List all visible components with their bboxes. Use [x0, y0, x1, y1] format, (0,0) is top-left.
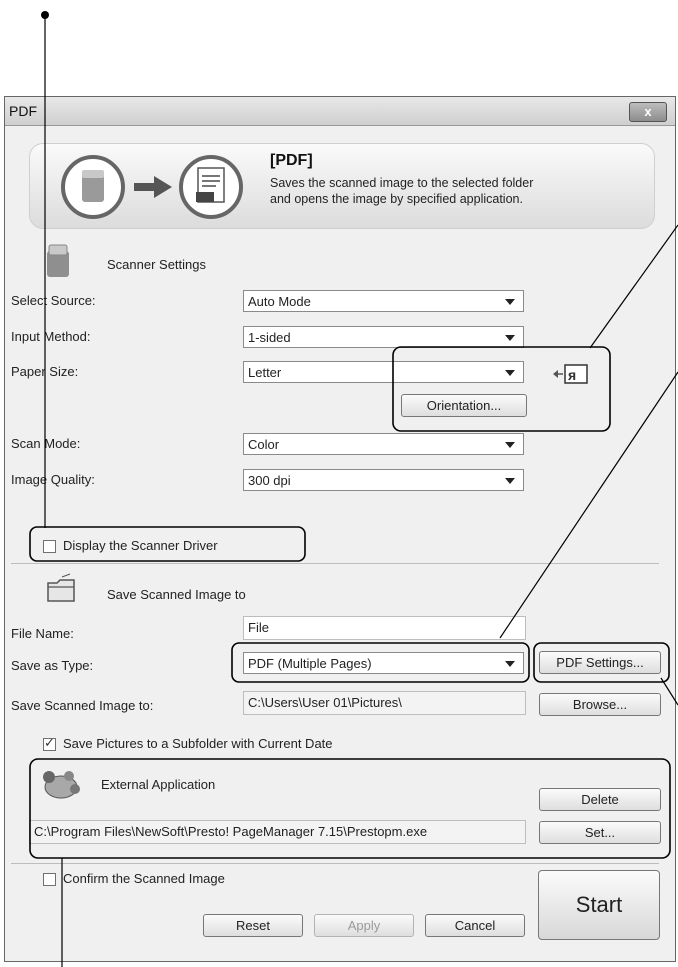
- subfolder-checkbox[interactable]: [43, 735, 56, 751]
- section-divider: [11, 863, 659, 864]
- svg-text:ᴙ: ᴙ: [568, 367, 576, 383]
- action-banner: [PDF] Saves the scanned image to the sel…: [29, 143, 655, 229]
- save-settings-heading: Save Scanned Image to: [107, 587, 246, 602]
- save-type-label: Save as Type:: [11, 658, 94, 673]
- save-type-value: PDF (Multiple Pages): [248, 656, 372, 671]
- display-driver-checkbox[interactable]: [43, 540, 56, 553]
- paper-size-value: Letter: [248, 365, 282, 380]
- scanner-icon: [61, 155, 125, 219]
- pdf-file-icon: [179, 155, 243, 219]
- reset-button[interactable]: Reset: [203, 914, 303, 937]
- file-name-label: File Name:: [11, 626, 74, 641]
- confirm-scanned-image-label[interactable]: Confirm the Scanned Image: [63, 871, 225, 886]
- callout-dot: [41, 11, 49, 19]
- window-title: PDF: [9, 103, 37, 119]
- close-button[interactable]: x: [629, 102, 667, 122]
- browse-button[interactable]: Browse...: [539, 693, 661, 716]
- chevron-down-icon: [505, 661, 515, 667]
- chevron-down-icon: [505, 299, 515, 305]
- image-quality-label: Image Quality:: [11, 472, 95, 487]
- orientation-button[interactable]: Orientation...: [401, 394, 527, 417]
- select-source-dropdown[interactable]: Auto Mode: [243, 290, 524, 312]
- scan-mode-value: Color: [248, 437, 280, 452]
- chevron-down-icon: [505, 370, 515, 376]
- scan-mode-label: Scan Mode:: [11, 436, 81, 451]
- arrow-right-icon: [134, 176, 172, 198]
- image-quality-dropdown[interactable]: 300 dpi: [243, 469, 524, 491]
- paper-size-label: Paper Size:: [11, 364, 79, 379]
- folder-icon: [47, 573, 75, 602]
- paper-size-dropdown[interactable]: Letter: [243, 361, 524, 383]
- section-divider: [11, 563, 659, 564]
- input-method-value: 1-sided: [248, 330, 291, 345]
- banner-description: Saves the scanned image to the selected …: [270, 175, 610, 207]
- save-to-label: Save Scanned Image to:: [11, 698, 154, 713]
- confirm-scanned-image-checkbox[interactable]: [43, 873, 56, 886]
- chevron-down-icon: [505, 442, 515, 448]
- save-to-path-field: C:\Users\User 01\Pictures\: [243, 691, 526, 715]
- chevron-down-icon: [505, 335, 515, 341]
- input-method-label: Input Method:: [11, 329, 91, 344]
- external-app-path-field: C:\Program Files\NewSoft\Presto! PageMan…: [29, 820, 526, 844]
- subfolder-label[interactable]: Save Pictures to a Subfolder with Curren…: [63, 736, 333, 751]
- title-bar: PDF x: [5, 97, 675, 126]
- file-name-input[interactable]: File: [243, 616, 526, 640]
- scan-mode-dropdown[interactable]: Color: [243, 433, 524, 455]
- external-app-heading: External Application: [101, 777, 216, 792]
- orientation-icon: ᴙ: [553, 364, 588, 384]
- display-driver-label[interactable]: Display the Scanner Driver: [63, 538, 218, 553]
- cancel-button[interactable]: Cancel: [425, 914, 525, 937]
- start-button[interactable]: Start: [538, 870, 660, 940]
- select-source-label: Select Source:: [11, 293, 96, 308]
- banner-title: [PDF]: [270, 152, 313, 169]
- pdf-dialog: PDF x [PDF] Saves the scanned image to t…: [4, 96, 676, 962]
- input-method-dropdown[interactable]: 1-sided: [243, 326, 524, 348]
- set-button[interactable]: Set...: [539, 821, 661, 844]
- save-to-path-value: C:\Users\User 01\Pictures\: [248, 695, 402, 710]
- image-quality-value: 300 dpi: [248, 473, 291, 488]
- scanner-settings-heading: Scanner Settings: [107, 257, 207, 272]
- external-app-path-value: C:\Program Files\NewSoft\Presto! PageMan…: [34, 824, 428, 839]
- external-application-icon: [43, 771, 80, 799]
- pdf-settings-button[interactable]: PDF Settings...: [539, 651, 661, 674]
- banner-desc-line: and opens the image by specified applica…: [270, 192, 523, 206]
- apply-button[interactable]: Apply: [314, 914, 414, 937]
- close-icon: x: [644, 104, 652, 119]
- delete-button[interactable]: Delete: [539, 788, 661, 811]
- file-name-value: File: [248, 620, 269, 635]
- scanner-settings-icon: [47, 244, 69, 277]
- select-source-value: Auto Mode: [248, 294, 311, 309]
- save-type-dropdown[interactable]: PDF (Multiple Pages): [243, 652, 524, 674]
- chevron-down-icon: [505, 478, 515, 484]
- banner-desc-line: Saves the scanned image to the selected …: [270, 176, 534, 190]
